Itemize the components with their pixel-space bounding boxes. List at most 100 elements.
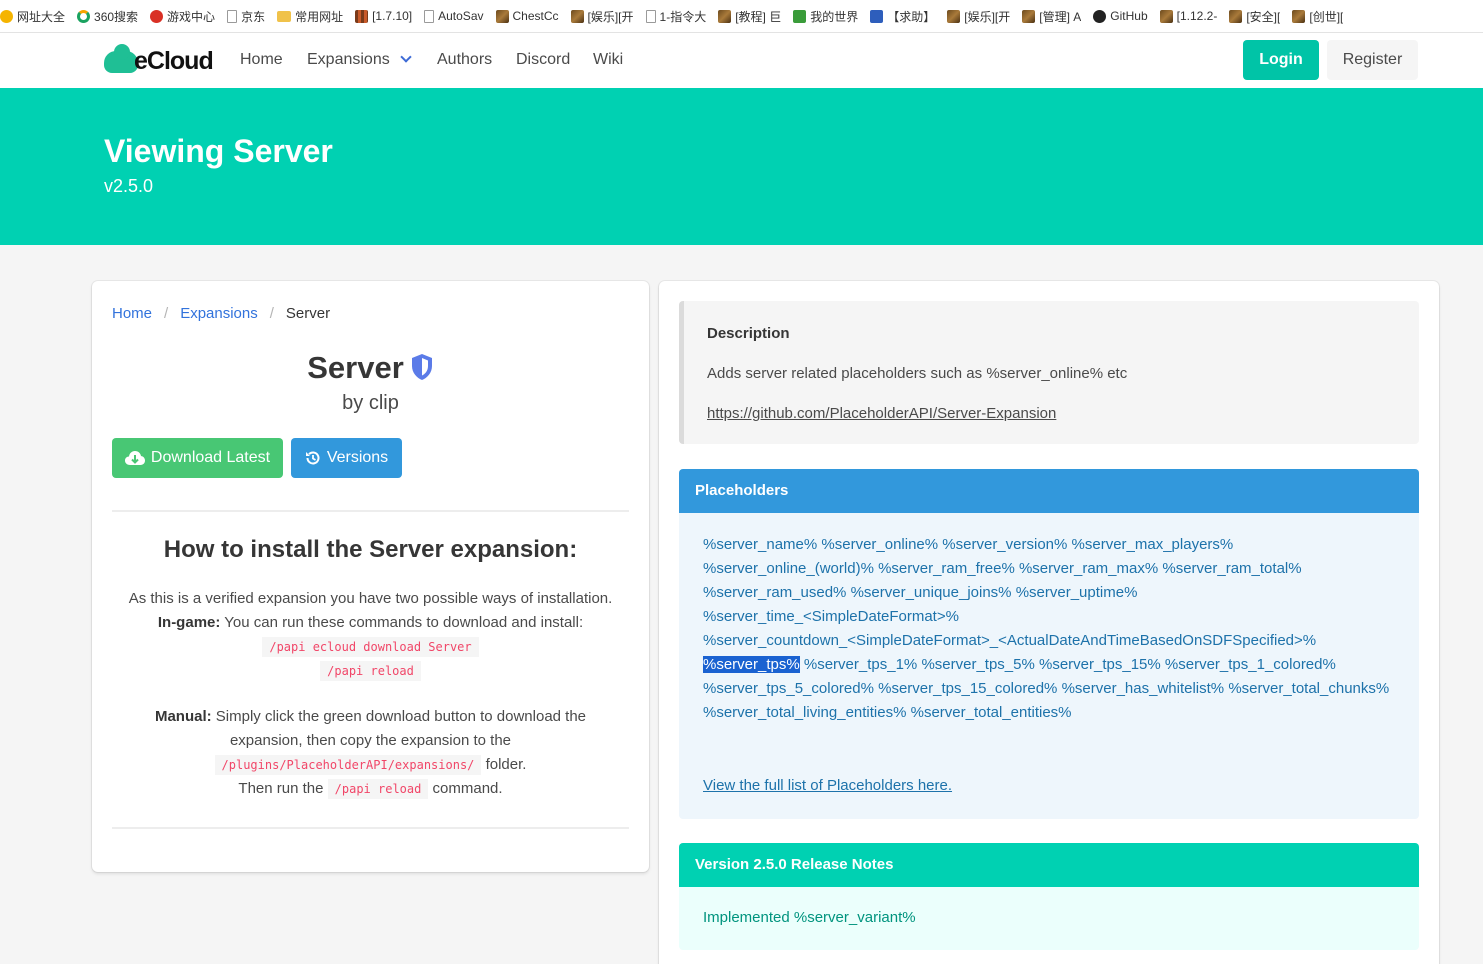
expansion-author: by clip <box>342 392 399 414</box>
bookmark-item[interactable]: [管理] A <box>1022 8 1081 25</box>
bookmark-item[interactable]: GitHub <box>1093 9 1148 23</box>
bookmark-item[interactable]: [安全][ <box>1229 8 1280 25</box>
bookmark-label: ChestCc <box>512 9 559 23</box>
placeholder-token: %server_time_<SimpleDateFormat>% <box>703 608 959 625</box>
bookmark-label: 常用网址 <box>295 9 344 24</box>
gh-icon <box>1093 9 1107 23</box>
bookmark-label: AutoSav <box>438 9 484 23</box>
github-link[interactable]: https://github.com/PlaceholderAPI/Server… <box>707 405 1056 422</box>
bookmark-label: [1.7.10] <box>372 9 413 23</box>
login-button[interactable]: Login <box>1243 40 1319 80</box>
bookmarks-bar: 网址大全 360搜索 游戏中心 京东 常用网址 [1.7.10] AutoSav ChestC… <box>0 0 1483 33</box>
doc-icon <box>645 9 656 23</box>
placeholder-token: %server_name% <box>703 536 818 553</box>
placeholder-token: %server_ram_used% <box>703 584 847 601</box>
cloud-download-icon <box>124 451 145 465</box>
manual-folder: folder. <box>485 756 527 773</box>
nav-expansions[interactable]: Expansions <box>307 51 412 69</box>
placeholder-token: %server_tps_1_colored% <box>1164 656 1336 673</box>
page-title: Viewing Server <box>104 133 333 169</box>
install-intro: As this is a verified expansion you have… <box>128 590 613 607</box>
bookmark-label: 360搜索 <box>94 9 139 24</box>
then-run: Then run the <box>238 780 324 797</box>
nav-expansions-label: Expansions <box>307 51 390 68</box>
breadcrumb-expansions[interactable]: Expansions <box>180 305 258 322</box>
bookmark-label: [娱乐][开 <box>964 9 1011 24</box>
placeholder-token: %server_max_players% <box>1071 536 1234 553</box>
versions-label: Versions <box>326 449 389 466</box>
placeholder-token: %server_tps_1% <box>803 656 918 673</box>
placeholder-token: %server_total_entities% <box>910 704 1072 721</box>
register-button[interactable]: Register <box>1327 40 1418 80</box>
release-notes-box: Version 2.5.0 Release Notes Implemented … <box>679 843 1419 950</box>
ecloud-logo[interactable]: eCloud <box>104 43 214 76</box>
nav-wiki[interactable]: Wiki <box>593 51 623 69</box>
bookmark-item[interactable]: 京东 <box>227 8 265 25</box>
nav-discord[interactable]: Discord <box>516 51 570 69</box>
then-cmd: /papi reload <box>327 779 429 799</box>
download-latest-button[interactable]: Download Latest <box>112 438 283 478</box>
placeholder-token: %server_tps% <box>703 656 800 673</box>
breadcrumb-current: Server <box>285 305 331 322</box>
bookmark-item[interactable]: 【求助】 <box>870 8 935 25</box>
hero-banner: Viewing Server v2.5.0 <box>0 88 1483 245</box>
placeholders-list: %server_name% %server_online% %server_ve… <box>703 533 1393 725</box>
placeholder-token: %server_total_living_entities% <box>703 704 907 721</box>
bookmark-label: 京东 <box>241 9 266 24</box>
breadcrumb-home[interactable]: Home <box>112 305 152 322</box>
expansion-card: Home / Expansions / Server Server by cli… <box>92 281 649 872</box>
bookmark-item[interactable]: AutoSav <box>424 9 484 23</box>
cube-icon <box>947 9 961 23</box>
manual-path: /plugins/PlaceholderAPI/expansions/ <box>214 755 482 775</box>
bookmark-label: [管理] A <box>1039 9 1082 24</box>
placeholder-token: %server_online_(world)% <box>703 560 874 577</box>
placeholder-token: %server_tps_5_colored% <box>703 680 874 697</box>
bookmark-item[interactable]: [创世][ <box>1292 8 1343 25</box>
versions-button[interactable]: Versions <box>291 438 402 478</box>
bookmark-item[interactable]: 常用网址 <box>277 8 343 25</box>
release-notes-heading: Version 2.5.0 Release Notes <box>679 843 1419 887</box>
placeholder-token: %server_countdown_<SimpleDateFormat>_<Ac… <box>703 632 1317 649</box>
install-instructions: As this is a verified expansion you have… <box>92 587 649 801</box>
bookmark-item[interactable]: 1-指令大 <box>645 8 706 25</box>
nav-home[interactable]: Home <box>240 51 283 69</box>
description-heading: Description <box>707 325 790 342</box>
bookmark-item[interactable]: [娱乐][开 <box>570 8 634 25</box>
breadcrumb-separator: / <box>269 305 274 322</box>
bookmark-item[interactable]: 360搜索 <box>77 8 138 25</box>
download-latest-label: Download Latest <box>150 449 271 466</box>
bookmark-item[interactable]: ChestCc <box>495 9 559 23</box>
cube-icon <box>570 9 584 23</box>
bookmark-item[interactable]: 游戏中心 <box>150 8 215 25</box>
expansion-name: Server <box>307 350 404 385</box>
bookmark-item[interactable]: 我的世界 <box>793 8 858 25</box>
placeholder-token: %server_tps_15% <box>1039 656 1161 673</box>
ingame-text: You can run these commands to download a… <box>224 614 584 631</box>
breadcrumb: Home / Expansions / Server <box>112 305 330 322</box>
cube-icon <box>1022 9 1036 23</box>
bookmark-item[interactable]: [教程] 巨 <box>718 8 781 25</box>
cube-icon <box>1159 9 1173 23</box>
install-title: How to install the Server expansion: <box>163 536 578 563</box>
divider <box>112 827 629 829</box>
bookmark-label: [教程] 巨 <box>735 9 782 24</box>
doc-icon <box>424 9 435 23</box>
placeholder-token: %server_ram_max% <box>1018 560 1159 577</box>
full-placeholder-list-link[interactable]: View the full list of Placeholders here. <box>703 777 952 794</box>
plus-icon <box>0 9 13 23</box>
bookmark-label: GitHub <box>1110 9 1148 23</box>
release-notes-text: Implemented %server_variant% <box>703 909 916 926</box>
divider <box>112 510 629 512</box>
folder-icon <box>277 10 292 22</box>
bookmark-label: 游戏中心 <box>167 9 216 24</box>
bookmark-item[interactable]: [1.7.10] <box>355 9 412 23</box>
nav-authors[interactable]: Authors <box>437 51 492 69</box>
bookmark-item[interactable]: 网址大全 <box>0 8 65 25</box>
bookmark-item[interactable]: [1.12.2- <box>1159 9 1217 23</box>
cmd-reload: /papi reload <box>320 661 421 681</box>
manual-text: Simply click the green download button t… <box>215 708 587 749</box>
bookmark-item[interactable]: [娱乐][开 <box>947 8 1010 25</box>
expansion-title: Server <box>92 350 649 386</box>
cloud-icon <box>104 43 138 73</box>
logo-text: eCloud <box>134 47 214 75</box>
